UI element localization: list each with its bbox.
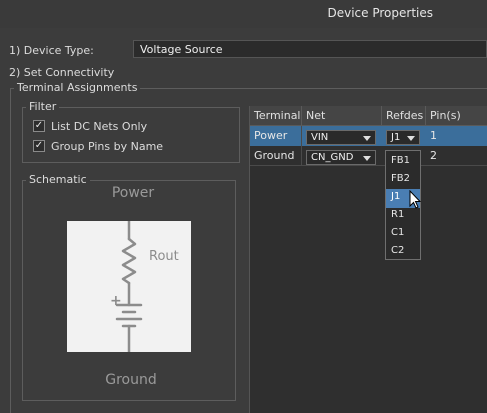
title-bar: Device Properties <box>0 0 487 28</box>
checkmark-icon: ✓ <box>34 140 44 151</box>
schematic-ground-label: Ground <box>105 372 157 388</box>
col-header-net[interactable]: Net <box>302 106 382 126</box>
device-type-select[interactable]: Voltage Source <box>133 40 487 58</box>
terminal-assignments-title: Terminal Assignments <box>14 81 141 94</box>
chevron-down-icon <box>363 156 371 161</box>
col-header-pins[interactable]: Pin(s) <box>426 106 487 126</box>
chevron-down-icon <box>363 136 371 141</box>
pins-cell: 1 <box>430 129 437 142</box>
group-pins-label: Group Pins by Name <box>51 140 164 153</box>
schematic-title: Schematic <box>26 173 90 186</box>
refdes-combo[interactable]: J1 <box>386 130 420 145</box>
schematic-svg <box>115 219 143 354</box>
col-header-refdes[interactable]: Refdes <box>382 106 426 126</box>
terminal-assignments-border <box>10 88 11 413</box>
set-connectivity-label: 2) Set Connectivity <box>9 66 115 79</box>
device-type-label: 1) Device Type: <box>9 44 94 57</box>
terminal-cell: Ground <box>250 146 302 166</box>
list-dc-nets-checkbox[interactable]: ✓ <box>33 120 45 132</box>
device-type-value: Voltage Source <box>140 43 223 56</box>
list-dc-nets-label: List DC Nets Only <box>51 120 148 133</box>
refdes-value: J1 <box>391 132 401 143</box>
schematic-power-label: Power <box>111 185 155 201</box>
chevron-down-icon <box>407 136 415 141</box>
checkmark-icon: ✓ <box>34 120 44 131</box>
plus-sign: + <box>110 293 122 309</box>
dropdown-option-fb2[interactable]: FB2 <box>386 171 420 190</box>
schematic-diagram: Rout + <box>67 219 191 354</box>
net-value: CN_GND <box>311 152 354 163</box>
filter-title: Filter <box>26 100 60 113</box>
dropdown-option-c1[interactable]: C1 <box>386 225 420 244</box>
mouse-cursor-icon <box>409 189 422 213</box>
net-combo[interactable]: VIN <box>306 130 376 145</box>
net-value: VIN <box>311 132 329 143</box>
pins-cell: 2 <box>430 149 437 162</box>
resistor-label: Rout <box>149 249 179 264</box>
window-title: Device Properties <box>327 6 434 20</box>
dropdown-option-fb1[interactable]: FB1 <box>386 153 420 172</box>
col-header-terminal[interactable]: Terminal <box>250 106 302 126</box>
terminal-cell: Power <box>250 126 302 146</box>
filter-group <box>22 107 240 163</box>
dropdown-option-c2[interactable]: C2 <box>386 243 420 262</box>
group-pins-checkbox[interactable]: ✓ <box>33 140 45 152</box>
net-combo[interactable]: CN_GND <box>306 150 376 165</box>
